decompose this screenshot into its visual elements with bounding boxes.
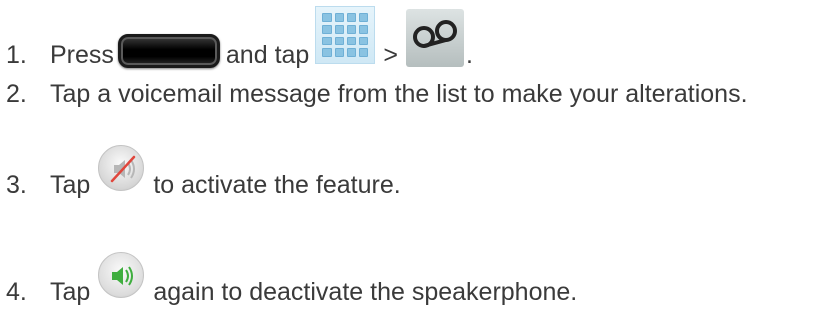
- step-2-body: Tap a voicemail message from the list to…: [50, 80, 748, 109]
- step-number: 4.: [6, 278, 27, 306]
- step-4-body: Tap again to deactivate the speakerphone…: [50, 252, 577, 307]
- speaker-off-icon: [98, 145, 145, 191]
- step-text: >: [383, 41, 398, 69]
- step-text: again to deactivate the speakerphone.: [153, 278, 578, 306]
- step-text: Tap: [50, 278, 91, 306]
- step-text: and tap: [225, 41, 310, 69]
- step-number: 3.: [6, 171, 27, 199]
- voicemail-icon: [405, 9, 464, 67]
- step-1-body: Press and tap > .: [50, 6, 473, 70]
- step-text: Tap a voicemail message from the list to…: [50, 80, 748, 108]
- apps-grid-icon: [315, 6, 376, 64]
- step-number: 1.: [6, 41, 27, 69]
- speaker-on-icon: [98, 252, 145, 298]
- home-key-icon: [117, 34, 220, 68]
- step-text: Press: [50, 41, 114, 69]
- step-text: Tap: [50, 171, 91, 199]
- step-text: .: [465, 41, 473, 69]
- step-3-body: Tap to activate the feature.: [50, 145, 401, 200]
- step-number: 2.: [6, 80, 27, 108]
- step-text: to activate the feature.: [153, 171, 401, 199]
